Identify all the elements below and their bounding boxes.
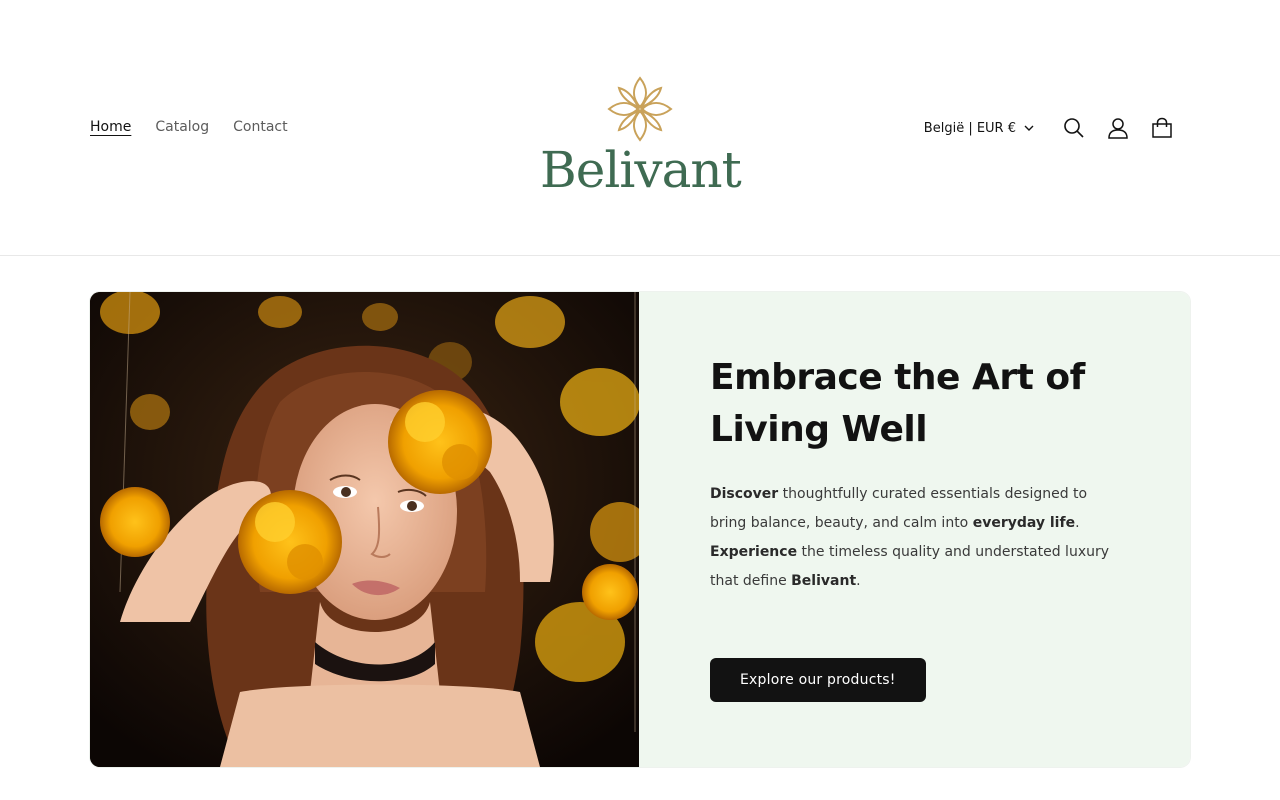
explore-products-button[interactable]: Explore our products!: [710, 658, 926, 702]
search-button[interactable]: [1052, 110, 1096, 146]
chevron-down-icon: [1024, 125, 1034, 131]
nav-home[interactable]: Home: [90, 118, 131, 136]
brand-wordmark: Belivant: [540, 141, 742, 199]
account-button[interactable]: [1096, 110, 1140, 146]
hero-banner: Embrace the Art of Living Well Discover …: [90, 292, 1190, 767]
hero-image: [90, 292, 639, 767]
account-icon: [1108, 118, 1128, 139]
site-header: Home Catalog Contact Belivant België | E…: [0, 0, 1280, 256]
desc-discover: Discover: [710, 486, 779, 502]
locale-label: België | EUR €: [923, 120, 1016, 136]
desc-end-2: .: [856, 573, 861, 589]
cart-icon: [1152, 117, 1172, 138]
desc-experience: Experience: [710, 544, 798, 560]
nav-contact[interactable]: Contact: [233, 118, 287, 136]
woman-with-marigolds-image: [90, 292, 639, 767]
desc-everyday-life: everyday life: [972, 515, 1076, 531]
locale-selector[interactable]: België | EUR €: [924, 121, 1034, 136]
desc-belivant: Belivant: [791, 573, 857, 589]
brand-logo[interactable]: Belivant: [540, 74, 742, 199]
lotus-emblem-icon: [607, 76, 673, 142]
nav-catalog[interactable]: Catalog: [155, 118, 209, 136]
search-icon: [1064, 118, 1084, 138]
hero-description: Discover thoughtfully curated essentials…: [710, 480, 1120, 596]
cart-button[interactable]: [1140, 110, 1184, 146]
desc-end-1: .: [1075, 515, 1080, 531]
hero-title: Embrace the Art of Living Well: [710, 357, 1085, 450]
main-nav: Home Catalog Contact: [90, 118, 288, 136]
hero-content: Embrace the Art of Living Well Discover …: [639, 292, 1190, 767]
header-actions: België | EUR €: [924, 110, 1184, 146]
